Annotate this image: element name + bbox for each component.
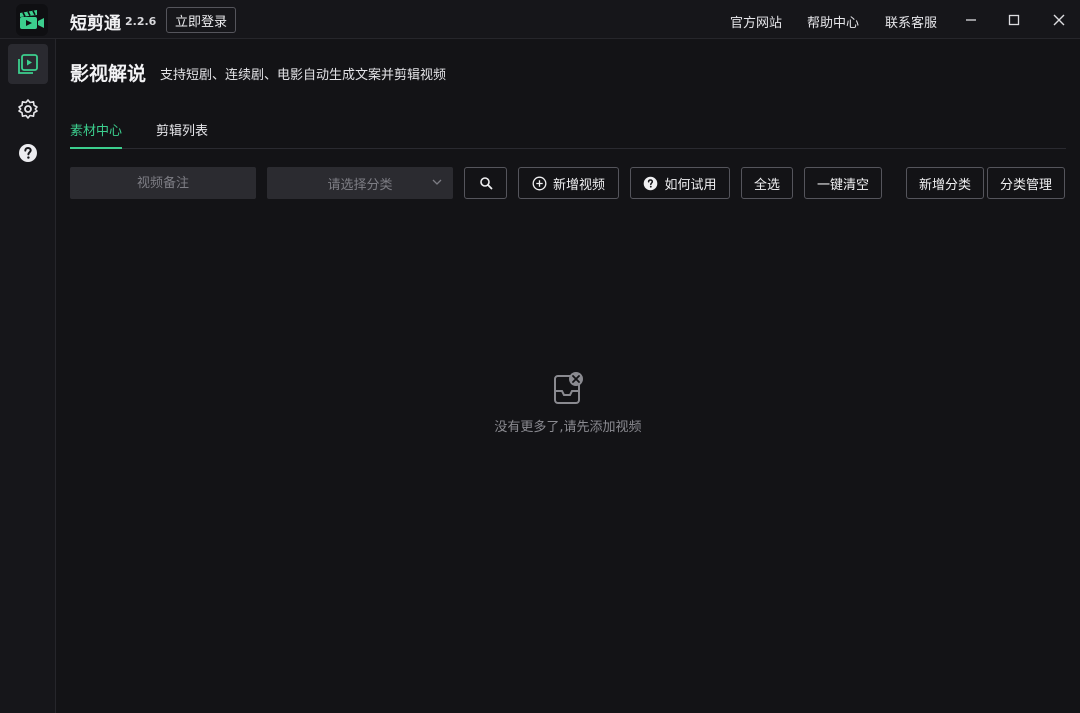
manage-category-button[interactable]: 分类管理 <box>987 167 1065 199</box>
official-website-link[interactable]: 官方网站 <box>730 12 782 31</box>
login-button[interactable]: 立即登录 <box>166 7 236 33</box>
help-center-link[interactable]: 帮助中心 <box>807 12 859 31</box>
video-note-input[interactable] <box>70 167 256 199</box>
contact-support-link[interactable]: 联系客服 <box>885 12 937 31</box>
minimize-button[interactable] <box>957 6 985 34</box>
app-logo-icon <box>16 4 48 36</box>
app-name: 短剪通 <box>70 14 121 34</box>
chevron-down-icon <box>432 179 442 185</box>
video-note-field[interactable] <box>70 167 256 199</box>
close-button[interactable] <box>1045 6 1073 34</box>
help-icon <box>644 176 658 190</box>
empty-state-message: 没有更多了,请先添加视频 <box>494 420 642 435</box>
sidebar-item-help[interactable] <box>8 133 48 173</box>
add-video-button[interactable]: 新增视频 <box>518 167 619 199</box>
tab-material-center[interactable]: 素材中心 <box>70 120 123 149</box>
add-circle-icon <box>532 176 547 190</box>
help-icon <box>19 144 37 162</box>
sidebar <box>0 39 56 713</box>
clear-all-button[interactable]: 一键清空 <box>804 167 882 199</box>
empty-inbox-icon <box>554 372 583 404</box>
app-window: 短剪通 2.2.6 立即登录 官方网站 帮助中心 联系客服 影视解说 支持短剧、… <box>0 0 1080 713</box>
tab-bar: 素材中心 剪辑列表 <box>70 106 1066 149</box>
sidebar-item-video-library[interactable] <box>8 44 48 84</box>
page-subtitle: 支持短剧、连续剧、电影自动生成文案并剪辑视频 <box>160 68 447 83</box>
category-select-value: 请选择分类 <box>327 177 393 193</box>
tab-edit-list[interactable]: 剪辑列表 <box>156 120 208 149</box>
page-title: 影视解说 <box>70 63 147 85</box>
minimize-icon <box>966 19 976 21</box>
gear-icon <box>18 99 38 119</box>
video-library-icon <box>18 54 38 74</box>
maximize-button[interactable] <box>1000 6 1028 34</box>
how-to-try-button[interactable]: 如何试用 <box>630 167 730 199</box>
search-icon <box>479 177 492 190</box>
how-to-try-label: 如何试用 <box>664 177 717 193</box>
close-icon <box>1053 14 1065 26</box>
title-bar: 短剪通 2.2.6 立即登录 官方网站 帮助中心 联系客服 <box>0 0 1080 39</box>
add-video-label: 新增视频 <box>552 177 605 193</box>
app-version: 2.2.6 <box>125 15 157 28</box>
category-select[interactable]: 请选择分类 <box>267 167 453 199</box>
add-category-button[interactable]: 新增分类 <box>906 167 984 199</box>
select-all-button[interactable]: 全选 <box>741 167 793 199</box>
search-button[interactable] <box>464 167 507 199</box>
sidebar-item-settings[interactable] <box>8 89 48 129</box>
maximize-icon <box>1008 14 1020 26</box>
